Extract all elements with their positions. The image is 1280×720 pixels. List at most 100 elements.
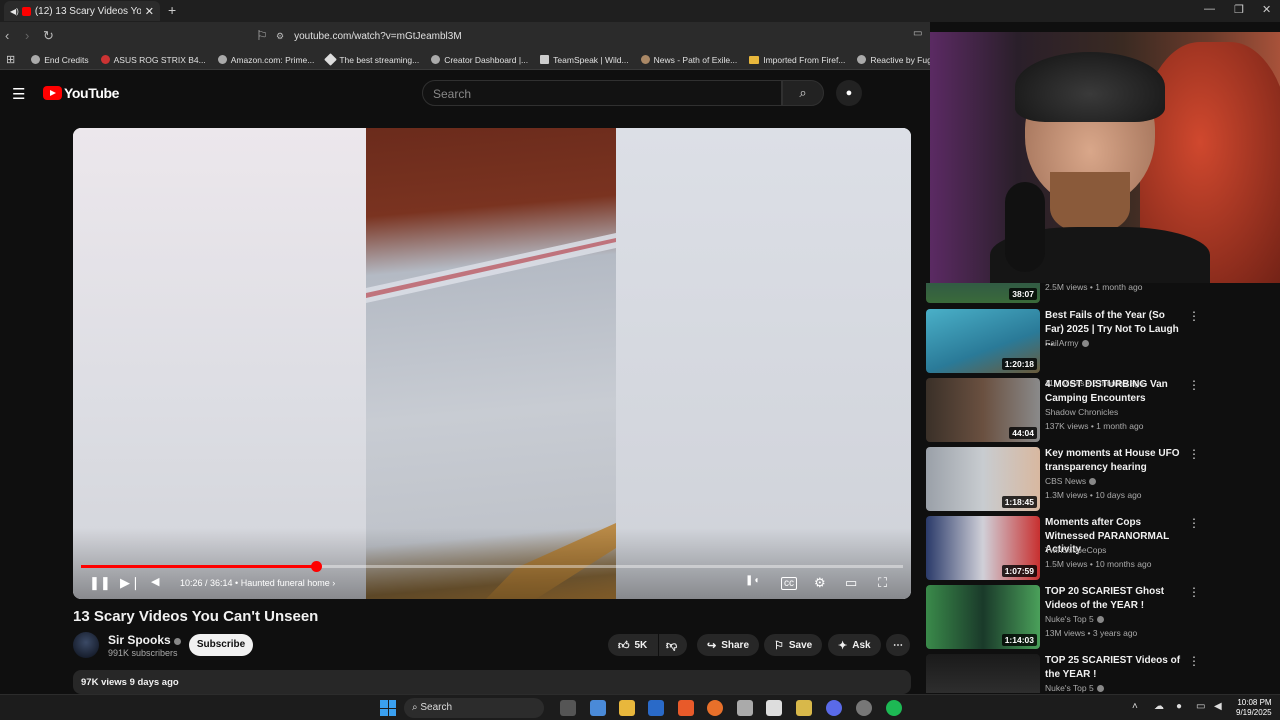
windows-start-icon[interactable]: [380, 700, 396, 716]
video-thumbnail[interactable]: 1:14:03: [926, 585, 1040, 649]
close-tab-icon[interactable]: ✕: [145, 5, 154, 18]
more-options-icon[interactable]: ⋮: [1188, 516, 1200, 530]
video-title[interactable]: 4 MOST DISTURBING Van Camping Encounters: [1045, 378, 1185, 405]
reload-icon[interactable]: ↻: [43, 28, 54, 44]
search-input[interactable]: Search: [422, 80, 782, 106]
channel-name[interactable]: TwinScopeCops: [1045, 545, 1106, 555]
fullscreen-icon[interactable]: ⛶: [878, 575, 887, 591]
share-button[interactable]: ↪ Share: [697, 634, 760, 656]
app-icon[interactable]: [796, 700, 812, 716]
youtube-logo[interactable]: YouTube: [43, 85, 119, 101]
taskbar-search[interactable]: ⌕ Search: [404, 698, 544, 718]
app-icon[interactable]: [737, 700, 753, 716]
bookmark-icon[interactable]: ⚐: [256, 28, 268, 44]
bookmark-item[interactable]: Amazon.com: Prime...: [217, 55, 314, 65]
copilot-icon[interactable]: [590, 700, 606, 716]
channel-name[interactable]: CBS News: [1045, 476, 1097, 486]
network-icon[interactable]: ▭: [1196, 701, 1205, 712]
channel-name[interactable]: Nuke's Top 5: [1045, 683, 1104, 693]
channel-name[interactable]: Sir Spooks: [108, 633, 181, 647]
forward-icon[interactable]: ›: [25, 28, 29, 43]
volume-icon[interactable]: ◀: [1214, 701, 1222, 712]
cast-icon[interactable]: ▭: [913, 28, 922, 39]
address-bar[interactable]: ⚙ youtube.com/watch?v=mGtJeambl3M: [276, 26, 916, 46]
more-options-icon[interactable]: ⋮: [1188, 585, 1200, 599]
recommendation-item[interactable]: TOP 25 SCARIEST Videos of the YEAR ! Nuk…: [926, 654, 1280, 693]
subscribe-button[interactable]: Subscribe: [189, 634, 253, 656]
logo-text: YouTube: [64, 85, 120, 101]
bookmark-item[interactable]: The best streaming...: [324, 53, 419, 66]
tray-chevron-icon[interactable]: ˄: [1132, 701, 1138, 712]
cloud-icon[interactable]: ☁: [1154, 701, 1164, 712]
like-button[interactable]: 👍︎ 5K: [608, 634, 658, 656]
microphone-icon[interactable]: ●: [1176, 701, 1182, 712]
theater-mode-icon[interactable]: ▭: [845, 575, 857, 591]
autoplay-toggle-icon[interactable]: ❚◖: [745, 575, 759, 586]
video-thumbnail[interactable]: [926, 654, 1040, 693]
dislike-button[interactable]: 👎︎: [659, 634, 687, 656]
voice-search-button[interactable]: ●: [836, 80, 862, 106]
more-options-icon[interactable]: ⋮: [1188, 654, 1200, 668]
file-explorer-icon[interactable]: [619, 700, 635, 716]
spotify-icon[interactable]: [886, 700, 902, 716]
video-thumbnail[interactable]: 38:07: [926, 283, 1040, 303]
settings-gear-icon[interactable]: ⚙: [814, 575, 826, 591]
discord-icon[interactable]: [826, 700, 842, 716]
bookmark-item[interactable]: TeamSpeak | Wild...: [540, 55, 629, 65]
next-icon[interactable]: ▶❘: [120, 575, 141, 591]
description-box[interactable]: 97K views 9 days ago: [73, 670, 911, 694]
ask-button[interactable]: ✦ Ask: [828, 634, 881, 656]
bookmark-item[interactable]: Creator Dashboard |...: [431, 55, 528, 65]
more-options-icon[interactable]: ⋮: [1188, 378, 1200, 392]
scrubber-handle[interactable]: [310, 561, 322, 572]
video-thumbnail[interactable]: 1:18:45: [926, 447, 1040, 511]
volume-icon[interactable]: ◀: [151, 575, 159, 588]
recommendation-item[interactable]: 1:18:45 Key moments at House UFO transpa…: [926, 447, 1280, 511]
more-options-icon[interactable]: ⋮: [1188, 309, 1200, 323]
store-icon[interactable]: [766, 700, 782, 716]
save-button[interactable]: ⚐ Save: [764, 634, 823, 656]
more-actions-button[interactable]: ⋯: [886, 634, 910, 656]
app-icon[interactable]: [856, 700, 872, 716]
recommendation-item[interactable]: 38:07 2.5M views • 1 month ago: [926, 283, 1280, 303]
system-clock[interactable]: 10:08 PM 9/19/2025: [1236, 698, 1272, 718]
progress-bar[interactable]: [81, 561, 903, 572]
video-title[interactable]: TOP 25 SCARIEST Videos of the YEAR !: [1045, 654, 1185, 681]
recommendation-item[interactable]: 44:04 4 MOST DISTURBING Van Camping Enco…: [926, 378, 1280, 442]
recommendation-item[interactable]: 1:07:59 Moments after Cops Witnessed PAR…: [926, 516, 1280, 580]
firefox-icon[interactable]: [707, 700, 723, 716]
menu-icon[interactable]: ☰: [12, 85, 25, 103]
bookmark-folder[interactable]: Imported From Firef...: [749, 55, 845, 65]
channel-name[interactable]: Nuke's Top 5: [1045, 614, 1104, 624]
video-thumbnail[interactable]: 44:04: [926, 378, 1040, 442]
chapter-label[interactable]: Haunted funeral home: [241, 578, 330, 588]
video-title[interactable]: Key moments at House UFO transparency he…: [1045, 447, 1185, 474]
video-title[interactable]: TOP 20 SCARIEST Ghost Videos of the YEAR…: [1045, 585, 1185, 612]
apps-grid-icon[interactable]: ⊞: [6, 53, 15, 66]
browser-tab[interactable]: ◀) (12) 13 Scary Videos You Can't ✕: [4, 1, 160, 21]
video-player[interactable]: ❚❚ ▶❘ ◀ 10:26 / 36:14 • Haunted funeral …: [73, 128, 911, 599]
channel-name[interactable]: Shadow Chronicles: [1045, 407, 1118, 417]
bookmark-item[interactable]: News - Path of Exile...: [640, 55, 737, 65]
recommendation-item[interactable]: 1:20:18 Best Fails of the Year (So Far) …: [926, 309, 1280, 388]
maximize-icon[interactable]: ❐: [1234, 3, 1244, 16]
back-icon[interactable]: ‹: [5, 28, 9, 43]
pause-icon[interactable]: ❚❚: [89, 575, 111, 591]
more-options-icon[interactable]: ⋮: [1188, 447, 1200, 461]
video-thumbnail[interactable]: 1:20:18: [926, 309, 1040, 373]
bookmark-item[interactable]: ASUS ROG STRIX B4...: [100, 55, 206, 65]
task-view-icon[interactable]: [560, 700, 576, 716]
site-info-icon[interactable]: ⚙: [276, 31, 284, 42]
captions-icon[interactable]: cc: [781, 577, 797, 590]
video-thumbnail[interactable]: 1:07:59: [926, 516, 1040, 580]
new-tab-button[interactable]: +: [168, 2, 176, 18]
search-button[interactable]: ⌕: [782, 80, 824, 106]
brave-browser-icon[interactable]: [678, 700, 694, 716]
minimize-icon[interactable]: —: [1204, 3, 1215, 15]
outlook-icon[interactable]: [648, 700, 664, 716]
recommendation-item[interactable]: 1:14:03 TOP 20 SCARIEST Ghost Videos of …: [926, 585, 1280, 649]
bookmark-item[interactable]: End Credits: [31, 55, 89, 65]
close-window-icon[interactable]: ✕: [1262, 3, 1271, 16]
channel-name[interactable]: FailArmy: [1045, 338, 1089, 348]
channel-avatar[interactable]: [73, 632, 99, 658]
